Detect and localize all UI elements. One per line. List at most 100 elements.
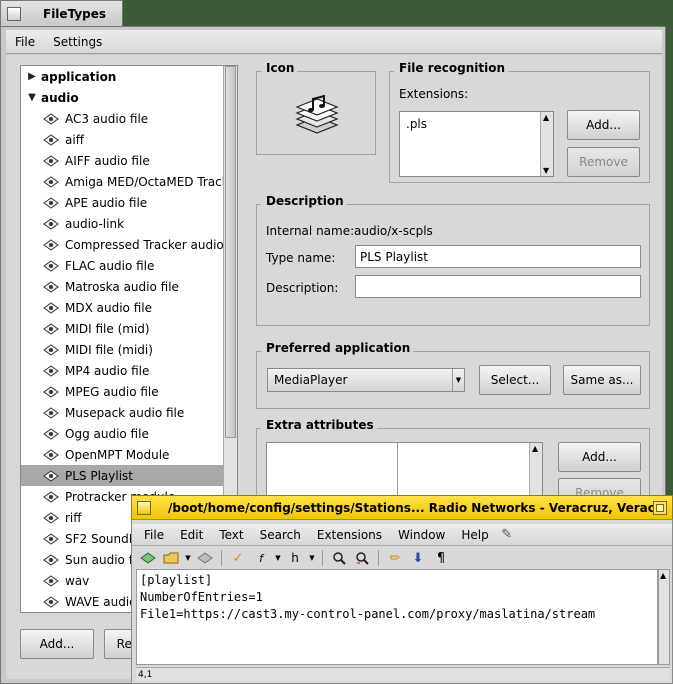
save-icon[interactable] [195,549,215,567]
tree-item-label: riff [65,510,82,525]
tree-item[interactable]: APE audio file [21,192,223,213]
tree-item[interactable]: FLAC audio file [21,255,223,276]
audio-file-icon [43,427,59,440]
audio-file-icon [43,280,59,293]
description-field[interactable] [355,275,641,298]
audio-file-icon [43,406,59,419]
tree-category[interactable]: ▼ audio [21,87,223,108]
audio-file-icon [43,574,59,587]
scroll-up-arrow-icon[interactable]: ▲ [660,571,666,580]
preferred-application-group: Preferred application MediaPlayer ▼ Sele… [256,341,650,409]
select-app-button[interactable]: Select... [479,365,551,395]
collapsed-arrow-icon[interactable]: ▶ [23,71,41,82]
tree-item[interactable]: MIDI file (midi) [21,339,223,360]
tree-item[interactable]: OpenMPT Module [21,444,223,465]
menu-file[interactable]: File [6,35,44,49]
search-replace-icon[interactable] [352,549,372,567]
open-folder-icon[interactable] [161,549,181,567]
remove-extension-button[interactable]: Remove [567,147,640,177]
menu-edit[interactable]: Edit [172,528,211,542]
checkmark-icon[interactable]: ✓ [228,549,248,567]
tree-item[interactable]: Musepack audio file [21,402,223,423]
filetypes-window-tab[interactable]: FileTypes [0,0,123,27]
internal-name-value: audio/x-scpls [354,224,433,238]
scroll-up-arrow-icon[interactable]: ▲ [543,113,549,122]
tree-item[interactable]: MP4 audio file [21,360,223,381]
new-document-icon[interactable] [138,549,158,567]
window-title: /boot/home/config/settings/Stations... R… [168,500,653,515]
add-type-button[interactable]: Add... [20,629,94,659]
type-name-field[interactable]: PLS Playlist [355,245,641,268]
expanded-arrow-icon[interactable]: ▼ [23,92,41,103]
icon-group: Icon [256,61,376,155]
menu-search[interactable]: Search [252,528,309,542]
dropdown-arrow-icon[interactable]: ▼ [184,549,192,567]
tree-item[interactable]: AC3 audio file [21,108,223,129]
audio-file-icon [43,217,59,230]
text-editor-area[interactable]: [playlist] NumberOfEntries=1 File1=https:/… [136,569,658,665]
magic-wand-icon[interactable]: ✎ [497,526,517,544]
tree-item[interactable]: MIDI file (mid) [21,318,223,339]
menu-window[interactable]: Window [390,528,453,542]
dropdown-arrow-icon[interactable]: ▼ [308,549,316,567]
search-icon[interactable] [329,549,349,567]
tree-item[interactable]: Ogg audio file [21,423,223,444]
tree-category[interactable]: ▶ application [21,66,223,87]
audio-file-icon [43,511,59,524]
same-as-button[interactable]: Same as... [563,365,641,395]
upload-icon[interactable]: ⬇ [408,549,428,567]
tree-item[interactable]: Compressed Tracker audio [21,234,223,255]
styledit-window-tab[interactable]: /boot/home/config/settings/Stations... R… [131,495,673,520]
tree-item[interactable]: audio-link [21,213,223,234]
text-line: File1=https://cast3.my-control-panel.com… [140,607,596,621]
tree-item[interactable]: Amiga MED/OctaMED Tracker [21,171,223,192]
font-icon[interactable]: f [251,549,271,567]
scroll-up-arrow-icon[interactable]: ▲ [532,444,538,453]
tree-item-label: APE audio file [65,195,148,210]
tree-item[interactable]: AIFF audio file [21,150,223,171]
extension-item[interactable]: .pls [406,117,427,131]
scrollbar-thumb[interactable] [225,66,236,438]
tree-item[interactable]: Matroska audio file [21,276,223,297]
playlist-file-icon[interactable] [291,91,341,141]
menu-bar: File Edit Text Search Extensions Window … [132,524,672,546]
audio-file-icon [43,490,59,503]
tree-item-label: MP4 audio file [65,363,150,378]
menu-file[interactable]: File [136,528,172,542]
editor-scrollbar[interactable]: ▲ [658,569,670,665]
toolbar: ▼ ✓ f ▼ h ▼ ✏ ⬇ ¶ [136,547,668,569]
tree-item-label: aiff [65,132,84,147]
extensions-list[interactable]: .pls ▲ ▼ [399,111,554,177]
cursor-position-status: 4,1 [136,667,670,681]
audio-file-icon [43,301,59,314]
tree-item[interactable]: MPEG audio file [21,381,223,402]
scroll-down-arrow-icon[interactable]: ▼ [543,166,549,175]
tree-item[interactable]: PLS Playlist [21,465,223,486]
description-title: Description [263,194,347,208]
close-box-icon[interactable] [7,7,21,21]
menu-bar: File Settings [6,30,662,54]
preferred-application-title: Preferred application [263,341,414,355]
dropdown-arrow-icon[interactable]: ▼ [274,549,282,567]
extensions-scrollbar[interactable]: ▲ ▼ [540,112,553,176]
tree-item[interactable]: MDX audio file [21,297,223,318]
zoom-box-icon[interactable] [653,500,667,515]
tree-item-label: Amiga MED/OctaMED Tracker [65,174,223,189]
type-name-label: Type name: [266,251,336,265]
description-label: Description: [266,281,339,295]
tree-item-label: FLAC audio file [65,258,155,273]
text-line: NumberOfEntries=1 [140,590,263,604]
menu-extensions[interactable]: Extensions [309,528,390,542]
preferred-app-dropdown[interactable]: MediaPlayer ▼ [267,368,465,392]
menu-help[interactable]: Help [453,528,496,542]
add-extension-button[interactable]: Add... [567,110,640,140]
text-size-icon[interactable]: h [285,549,305,567]
add-attribute-button[interactable]: Add... [558,442,641,472]
pencil-icon[interactable]: ✏ [385,549,405,567]
tree-item[interactable]: aiff [21,129,223,150]
paragraph-icon[interactable]: ¶ [431,549,451,567]
menu-text[interactable]: Text [211,528,251,542]
description-group: Description Internal name: audio/x-scpls… [256,194,650,326]
menu-settings[interactable]: Settings [44,35,111,49]
close-box-icon[interactable] [137,500,151,515]
